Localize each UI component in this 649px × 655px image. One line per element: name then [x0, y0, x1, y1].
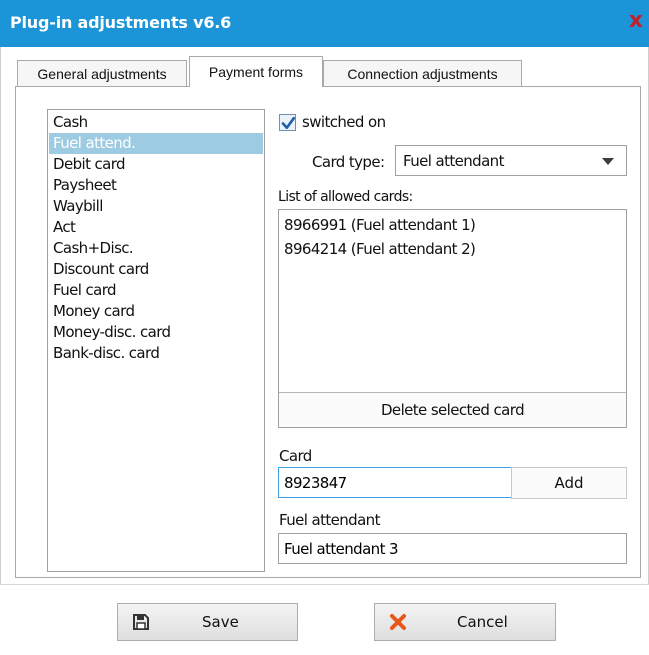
checkmark-icon [281, 116, 296, 130]
allowed-cards-list[interactable]: 8966991 (Fuel attendant 1) 8964214 (Fuel… [278, 209, 627, 428]
delete-selected-card-button[interactable]: Delete selected card [279, 392, 626, 427]
list-item[interactable]: Discount card [49, 259, 263, 280]
chevron-down-icon [602, 158, 614, 165]
switched-on-checkbox[interactable] [279, 114, 296, 131]
footer-separator [0, 584, 649, 585]
list-item[interactable]: Waybill [49, 196, 263, 217]
card-input[interactable] [278, 467, 512, 498]
list-item-selected[interactable]: Fuel attend. [49, 133, 263, 154]
list-item[interactable]: Money-disc. card [49, 322, 263, 343]
window-border-left [0, 47, 1, 585]
tab-general-adjustments[interactable]: General adjustments [17, 60, 187, 87]
card-type-select[interactable]: Fuel attendant [395, 145, 627, 176]
list-item[interactable]: Debit card [49, 154, 263, 175]
save-button-label: Save [202, 613, 239, 631]
close-icon[interactable]: x [629, 10, 643, 32]
fuel-attendant-label: Fuel attendant [279, 511, 380, 529]
x-icon [390, 614, 406, 630]
allowed-cards-label: List of allowed cards: [278, 189, 413, 205]
title-bar[interactable]: Plug-in adjustments v6.6 x [0, 0, 649, 47]
list-item[interactable]: 8966991 (Fuel attendant 1) [284, 216, 476, 234]
switched-on-label: switched on [302, 113, 386, 131]
list-item[interactable]: 8964214 (Fuel attendant 2) [284, 240, 476, 258]
cancel-button-label: Cancel [457, 613, 508, 631]
card-label: Card [279, 447, 312, 465]
window-title: Plug-in adjustments v6.6 [10, 13, 232, 32]
add-card-button[interactable]: Add [511, 467, 627, 499]
list-item[interactable]: Bank-disc. card [49, 343, 263, 364]
fuel-attendant-input[interactable] [278, 533, 627, 564]
save-button[interactable]: Save [117, 603, 298, 641]
list-item[interactable]: Fuel card [49, 280, 263, 301]
list-item[interactable]: Money card [49, 301, 263, 322]
tab-payment-forms[interactable]: Payment forms [189, 56, 323, 87]
tab-connection-adjustments[interactable]: Connection adjustments [323, 60, 522, 87]
list-item[interactable]: Cash [49, 112, 263, 133]
list-item[interactable]: Act [49, 217, 263, 238]
card-type-value: Fuel attendant [403, 152, 504, 170]
list-item[interactable]: Paysheet [49, 175, 263, 196]
list-item[interactable]: Cash+Disc. [49, 238, 263, 259]
cancel-button[interactable]: Cancel [374, 603, 556, 641]
dialog-window: Plug-in adjustments v6.6 x General adjus… [0, 0, 649, 655]
payment-forms-list[interactable]: Cash Fuel attend. Debit card Paysheet Wa… [47, 109, 265, 572]
floppy-disk-icon [133, 614, 149, 630]
card-type-label: Card type: [312, 153, 385, 171]
